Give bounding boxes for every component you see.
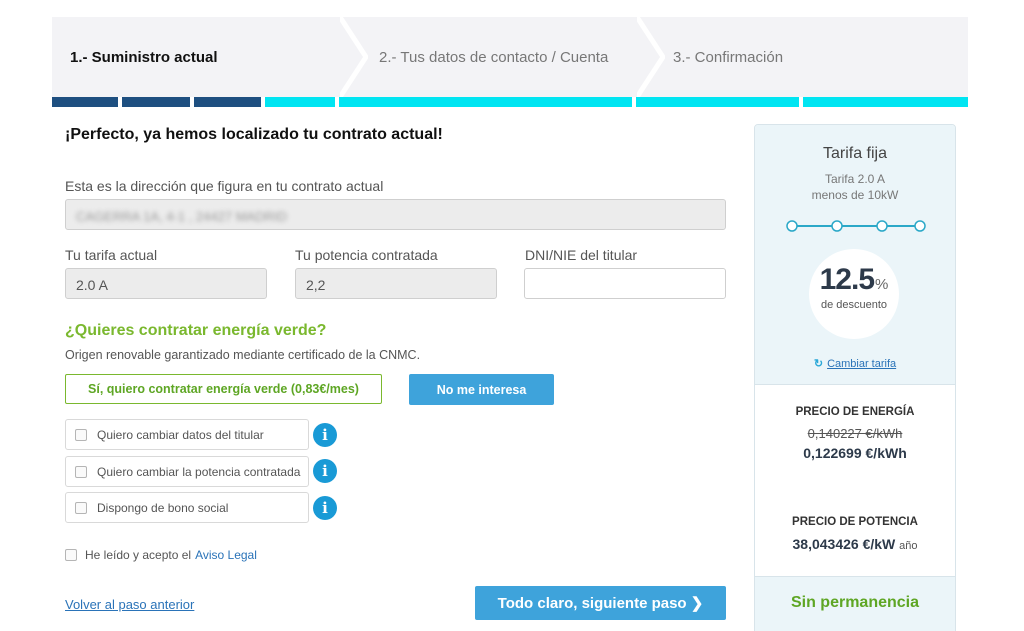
info-icon[interactable]: i [313,423,337,447]
power-price: 38,043426 €/kW año [755,536,955,552]
progress-segment-done [52,97,118,107]
next-step-button[interactable]: Todo claro, siguiente paso ❯ [475,586,726,620]
progress-segment-done [122,97,190,107]
legal-text: He leído y acepto el [85,548,192,562]
power-value: 2,2 [306,277,326,293]
power-field: 2,2 [295,268,497,299]
address-field: CAGERRA 1A, 4-1 , 24427 MADRID [65,199,726,230]
discount-label: de descuento [820,299,888,311]
checkbox[interactable] [75,501,87,514]
power-price-value: 38,043426 €/kW [792,536,896,552]
back-link[interactable]: Volver al paso anterior [65,597,194,612]
step-1-label: 1.- Suministro actual [70,48,218,66]
step-1[interactable]: 1.- Suministro actual [70,17,218,97]
step-3-label: 3.- Confirmación [673,48,784,66]
step-3[interactable]: 3.- Confirmación [673,17,783,97]
checkbox[interactable] [75,428,87,441]
dni-label: DNI/NIE del titular [525,247,638,263]
tariff-field: 2.0 A [65,268,267,299]
progress-segment-pending [265,97,335,107]
option-label: Quiero cambiar la potencia contratada [97,464,301,479]
change-tariff-label: Cambiar tarifa [827,358,897,370]
progress-segment-done [194,97,261,107]
option-label: Quiero cambiar datos del titular [97,427,264,442]
step-separator [637,17,665,97]
energy-price-old: 0,140227 €/kWh [807,426,903,441]
green-energy-no-button[interactable]: No me interesa [409,374,554,405]
tariff-summary-header: Tarifa fija Tarifa 2.0 A menos de 10kW 1… [755,125,955,385]
green-energy-title: ¿Quieres contratar energía verde? [65,322,327,339]
tariff-summary-panel: Tarifa fija Tarifa 2.0 A menos de 10kW 1… [754,124,956,631]
tariff-slider[interactable] [786,220,926,232]
tariff-label: Tu tarifa actual [65,247,158,263]
progress-segment-pending [636,97,799,107]
refresh-icon: ↻ [813,358,824,370]
progress-segment-pending [803,97,968,107]
power-price-unit: año [899,540,918,552]
option-label: Dispongo de bono social [97,500,229,515]
step-2-label: 2.- Tus datos de contacto / Cuenta [379,48,609,66]
progress-segment-pending [339,97,632,107]
tariff-desc-line: Tarifa 2.0 A [824,172,886,186]
address-label: Esta es la dirección que figura en tu co… [65,178,384,194]
checkout-stepper: 1.- Suministro actual 2.- Tus datos de c… [52,17,968,97]
green-energy-yes-button[interactable]: Sí, quiero contratar energía verde (0,83… [65,374,382,404]
step-2[interactable]: 2.- Tus datos de contacto / Cuenta [379,17,608,97]
info-icon[interactable]: i [313,459,337,483]
energy-price-new: 0,122699 €/kWh [803,445,907,461]
address-value: CAGERRA 1A, 4-1 , 24427 MADRID [76,209,287,224]
legal-checkbox[interactable] [65,549,77,561]
legal-consent: He leído y acepto el Aviso Legal [65,548,257,562]
option-change-power[interactable]: Quiero cambiar la potencia contratada [65,456,309,487]
tariff-value: 2.0 A [76,277,108,293]
info-icon[interactable]: i [313,496,337,520]
discount-badge: 12.5% de descuento [809,249,899,339]
tariff-description: Tarifa 2.0 A menos de 10kW [755,171,955,203]
green-energy-subtitle: Origen renovable garantizado mediante ce… [65,348,421,362]
discount-unit: % [875,276,889,293]
page-title: ¡Perfecto, ya hemos localizado tu contra… [65,126,443,143]
checkbox[interactable] [75,465,87,478]
discount-value-wrap: 12.5% [809,263,899,297]
option-change-holder[interactable]: Quiero cambiar datos del titular [65,419,309,450]
power-label: Tu potencia contratada [295,247,438,263]
tariff-desc-line: menos de 10kW [811,188,899,202]
power-price-title: PRECIO DE POTENCIA [792,516,918,528]
change-tariff-link[interactable]: ↻ Cambiar tarifa [755,357,955,370]
no-commitment-label: Sin permanencia [790,594,920,611]
discount-value: 12.5 [819,263,875,296]
energy-price-title: PRECIO DE ENERGÍA [795,406,915,418]
step-separator [340,17,368,97]
legal-link[interactable]: Aviso Legal [195,548,257,562]
dni-input[interactable] [524,268,726,299]
tariff-name: Tarifa fija [822,145,888,162]
no-commitment-banner: Sin permanencia [755,576,955,631]
option-social-bonus[interactable]: Dispongo de bono social [65,492,309,523]
